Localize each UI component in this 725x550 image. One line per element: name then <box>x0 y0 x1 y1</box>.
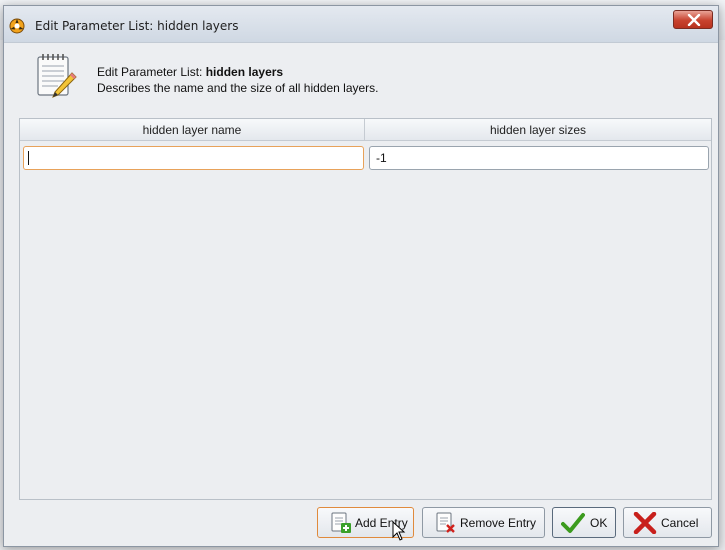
app-logo-icon <box>9 18 25 34</box>
title-bar[interactable]: Edit Parameter List: hidden layers <box>4 6 718 43</box>
ok-label: OK <box>590 516 608 530</box>
window-title: Edit Parameter List: hidden layers <box>35 19 239 33</box>
header-description: Describes the name and the size of all h… <box>97 81 379 95</box>
parameter-table: hidden layer name hidden layer sizes -1 <box>19 118 712 500</box>
red-x-icon <box>633 512 657 534</box>
hidden-layer-name-input[interactable] <box>23 146 364 170</box>
remove-entry-button[interactable]: Remove Entry <box>422 507 545 538</box>
header-title-param: hidden layers <box>205 65 284 79</box>
text-caret <box>28 151 29 165</box>
edit-parameter-list-dialog: Edit Parameter List: hidden layers Edit … <box>3 5 719 547</box>
hidden-layer-size-input[interactable]: -1 <box>369 146 709 170</box>
header-title-prefix: Edit Parameter List: <box>97 65 206 79</box>
ok-button[interactable]: OK <box>552 507 616 538</box>
close-button[interactable] <box>673 10 713 29</box>
header-title: Edit Parameter List: hidden layers <box>97 65 283 79</box>
add-document-icon <box>331 512 351 533</box>
column-header-name[interactable]: hidden layer name <box>20 119 365 141</box>
column-header-sizes[interactable]: hidden layer sizes <box>365 119 711 141</box>
cancel-button[interactable]: Cancel <box>623 507 712 538</box>
cancel-label: Cancel <box>661 516 699 530</box>
remove-entry-label: Remove Entry <box>460 516 537 530</box>
notepad-pencil-icon <box>32 51 78 101</box>
checkmark-icon <box>561 513 585 533</box>
mouse-cursor-icon <box>392 521 406 541</box>
close-icon <box>687 14 701 26</box>
header-panel: Edit Parameter List: hidden layers Descr… <box>12 44 710 107</box>
remove-document-icon <box>436 512 455 533</box>
